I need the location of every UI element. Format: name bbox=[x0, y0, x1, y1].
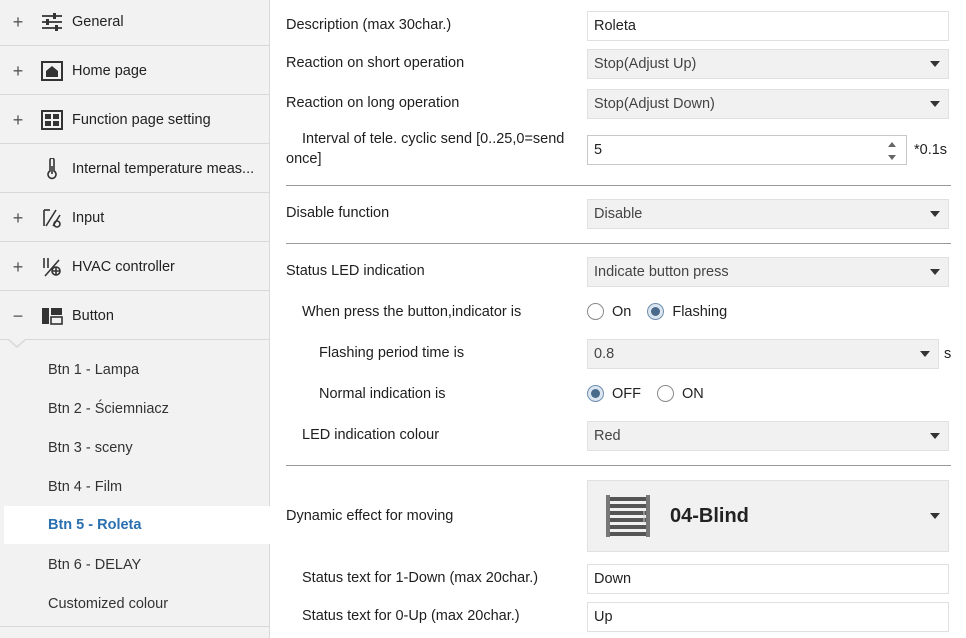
expand-icon[interactable]: + bbox=[10, 111, 26, 129]
led-colour-value: Red bbox=[594, 428, 621, 444]
dropdown-arrow-icon bbox=[930, 101, 940, 107]
description-label: Description (max 30char.) bbox=[286, 17, 452, 33]
disable-function-select[interactable]: Disable bbox=[587, 199, 949, 229]
hvac-icon bbox=[40, 255, 64, 279]
interval-label-line2: once] bbox=[286, 151, 322, 167]
sliders-icon bbox=[40, 10, 64, 34]
radio-flashing[interactable] bbox=[647, 303, 665, 320]
sidebar-item-label: General bbox=[72, 13, 124, 30]
radio-on[interactable] bbox=[587, 303, 604, 320]
expand-icon[interactable]: + bbox=[10, 62, 26, 80]
input-icon bbox=[40, 206, 64, 230]
interval-spinbox[interactable]: 5 bbox=[587, 135, 907, 165]
status-down-label: Status text for 1-Down (max 20char.) bbox=[302, 570, 539, 586]
status-down-input[interactable]: Down bbox=[587, 564, 949, 594]
short-operation-select[interactable]: Stop(Adjust Up) bbox=[587, 49, 949, 79]
press-indicator-label: When press the button,indicator is bbox=[302, 304, 522, 320]
home-icon bbox=[40, 59, 64, 83]
expand-icon[interactable]: + bbox=[10, 258, 26, 276]
sidebar-item-function-page-setting[interactable]: + Function page setting bbox=[0, 96, 270, 144]
press-indicator-radio-group: On Flashing bbox=[587, 303, 743, 320]
expand-icon[interactable]: + bbox=[10, 209, 26, 227]
flashing-period-value: 0.8 bbox=[594, 346, 615, 362]
sidebar-item-general[interactable]: + General bbox=[0, 0, 270, 46]
interval-value: 5 bbox=[594, 142, 603, 158]
sidebar-subitem-btn6[interactable]: Btn 6 - DELAY bbox=[4, 546, 270, 584]
sidebar-item-label: Function page setting bbox=[72, 111, 211, 128]
expanded-pointer bbox=[8, 339, 26, 348]
interval-unit: *0.1s bbox=[914, 142, 948, 158]
button-panel-icon bbox=[40, 304, 64, 328]
dropdown-arrow-icon bbox=[930, 61, 940, 67]
description-input[interactable]: Roleta bbox=[587, 11, 949, 41]
dynamic-effect-select[interactable]: 04-Blind bbox=[587, 480, 949, 552]
dynamic-effect-label: Dynamic effect for moving bbox=[286, 508, 454, 524]
thermometer-icon bbox=[40, 157, 64, 181]
dropdown-arrow-icon bbox=[920, 351, 930, 357]
section-divider bbox=[286, 465, 951, 466]
normal-indication-radio-group: OFF ON bbox=[587, 385, 720, 402]
long-operation-label: Reaction on long operation bbox=[286, 95, 460, 111]
sidebar-item-input[interactable]: + Input bbox=[0, 194, 270, 242]
status-led-value: Indicate button press bbox=[594, 264, 729, 280]
sidebar-subitem-customized-colour[interactable]: Customized colour bbox=[4, 585, 270, 623]
disable-function-label: Disable function bbox=[286, 205, 390, 221]
disable-function-value: Disable bbox=[594, 206, 643, 222]
section-divider bbox=[286, 243, 951, 244]
sidebar-subitem-btn4[interactable]: Btn 4 - Film bbox=[4, 468, 270, 506]
dropdown-arrow-icon bbox=[930, 433, 940, 439]
short-operation-label: Reaction on short operation bbox=[286, 55, 465, 71]
radio-flashing-label: Flashing bbox=[672, 303, 728, 320]
flashing-period-unit: s bbox=[944, 346, 952, 362]
sidebar-item-internal-temperature[interactable]: Internal temperature meas... bbox=[0, 145, 270, 193]
radio-off-label: OFF bbox=[612, 385, 641, 402]
sidebar-item-home-page[interactable]: + Home page bbox=[0, 47, 270, 95]
interval-label-line1: Interval of tele. cyclic send [0..25,0=s… bbox=[302, 131, 565, 147]
radio-on-normal-label: ON bbox=[682, 385, 704, 402]
dropdown-arrow-icon bbox=[930, 269, 940, 275]
sidebar-item-label: HVAC controller bbox=[72, 258, 175, 275]
sidebar-item-label: Input bbox=[72, 209, 105, 226]
sidebar: + General + Home page + Function page se… bbox=[0, 0, 274, 638]
sidebar-subitem-btn1[interactable]: Btn 1 - Lampa bbox=[4, 351, 270, 389]
sidebar-subitem-btn3[interactable]: Btn 3 - sceny bbox=[4, 429, 270, 467]
section-divider bbox=[286, 185, 951, 186]
spinner-arrows-icon[interactable] bbox=[888, 140, 898, 162]
dynamic-effect-value: 04-Blind bbox=[670, 504, 749, 527]
sidebar-item-hvac-controller[interactable]: + HVAC controller bbox=[0, 243, 270, 291]
flashing-period-label: Flashing period time is bbox=[319, 345, 465, 361]
normal-indication-label: Normal indication is bbox=[319, 386, 446, 402]
flashing-period-select[interactable]: 0.8 bbox=[587, 339, 939, 369]
collapse-icon[interactable]: − bbox=[10, 307, 26, 325]
grid-icon bbox=[40, 108, 64, 132]
radio-off[interactable] bbox=[587, 385, 604, 402]
led-colour-label: LED indication colour bbox=[302, 427, 440, 443]
status-up-input[interactable]: Up bbox=[587, 602, 949, 632]
dropdown-arrow-icon bbox=[930, 513, 940, 519]
long-operation-value: Stop(Adjust Down) bbox=[594, 96, 715, 112]
status-up-label: Status text for 0-Up (max 20char.) bbox=[302, 608, 520, 624]
radio-on-normal[interactable] bbox=[657, 385, 674, 402]
radio-on-label: On bbox=[612, 303, 632, 320]
expand-icon[interactable]: + bbox=[10, 13, 26, 31]
parameter-panel: Description (max 30char.) Roleta Reactio… bbox=[272, 0, 966, 638]
status-led-select[interactable]: Indicate button press bbox=[587, 257, 949, 287]
sidebar-subitem-btn5[interactable]: Btn 5 - Roleta bbox=[4, 506, 274, 544]
long-operation-select[interactable]: Stop(Adjust Down) bbox=[587, 89, 949, 119]
sidebar-item-label: Internal temperature meas... bbox=[72, 160, 255, 177]
short-operation-value: Stop(Adjust Up) bbox=[594, 56, 697, 72]
sidebar-item-label: Home page bbox=[72, 62, 147, 79]
sidebar-subitem-btn2[interactable]: Btn 2 - Ściemniacz bbox=[4, 390, 270, 428]
sidebar-item-button[interactable]: − Button bbox=[0, 292, 270, 340]
sidebar-item-label: Button bbox=[72, 307, 114, 324]
sidebar-divider bbox=[0, 626, 270, 627]
blind-icon bbox=[604, 493, 652, 539]
dropdown-arrow-icon bbox=[930, 211, 940, 217]
led-colour-select[interactable]: Red bbox=[587, 421, 949, 451]
status-led-label: Status LED indication bbox=[286, 263, 425, 279]
